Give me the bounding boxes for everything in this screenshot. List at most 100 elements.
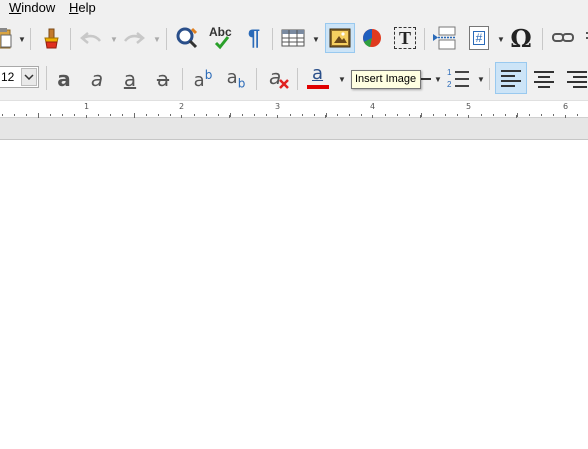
insert-page-break-button[interactable]: [432, 25, 458, 51]
paste-dropdown-arrow[interactable]: ▼: [18, 35, 26, 44]
ruler-tick: [433, 114, 434, 116]
ruler-tick: [230, 113, 231, 117]
superscript-button[interactable]: ab: [190, 66, 216, 92]
insert-textbox-button[interactable]: T: [392, 25, 418, 51]
menu-window[interactable]: Window: [9, 0, 55, 15]
ruler-tick: [122, 114, 123, 116]
align-center-icon: [534, 71, 554, 88]
bold-button[interactable]: a: [51, 66, 77, 92]
field-icon-glyph: #: [472, 31, 486, 45]
ruler-tick: [158, 114, 159, 116]
separator: [46, 66, 47, 90]
footnote-icon: [586, 32, 588, 39]
insert-field-button[interactable]: #: [466, 25, 492, 51]
find-replace-button[interactable]: [174, 25, 200, 51]
document-page[interactable]: [0, 141, 588, 449]
ruler-tick: [98, 114, 99, 116]
ruler-tick: [62, 114, 63, 116]
separator: [182, 68, 183, 90]
font-size-value[interactable]: 12: [1, 70, 14, 84]
ruler-tick: [302, 114, 303, 116]
ruler-tick: [493, 114, 494, 116]
pie-chart-icon: [363, 29, 381, 47]
separator: [256, 68, 257, 90]
spelling-button[interactable]: Abc: [208, 25, 234, 51]
ruler-tick: [385, 114, 386, 116]
red-x-icon: [279, 79, 289, 89]
ruler-tick: [314, 114, 315, 116]
font-color-swatch: [307, 85, 329, 89]
ruler-tick: [74, 114, 75, 116]
writer-window: Window Help ▼ ▼ ▼ Abc ¶ ▼ T # ▼ Ω 12 a a…: [0, 0, 588, 449]
undo-dropdown-arrow[interactable]: ▼: [110, 35, 118, 44]
insert-hyperlink-button[interactable]: [550, 25, 576, 51]
insert-image-tooltip: Insert Image: [351, 70, 421, 89]
ruler-number: 5: [466, 102, 472, 111]
ruler-tick: [326, 113, 327, 117]
insert-image-button[interactable]: [325, 23, 355, 53]
separator: [542, 28, 543, 50]
ruler-number: 4: [370, 102, 376, 111]
undo-button[interactable]: [78, 25, 104, 51]
align-left-button[interactable]: [495, 62, 527, 94]
font-color-icon: a: [306, 63, 330, 91]
font-size-dropdown-button[interactable]: [21, 68, 37, 86]
align-right-icon: [567, 71, 587, 88]
align-center-button[interactable]: [531, 66, 557, 92]
separator: [70, 28, 71, 50]
find-replace-icon: [176, 27, 198, 49]
insert-footnote-button[interactable]: [578, 25, 588, 51]
ruler-tick: [409, 114, 410, 116]
ruler-tick: [194, 114, 195, 116]
ruler-tick: [26, 114, 27, 116]
field-dropdown-arrow[interactable]: ▼: [497, 35, 505, 44]
strikethrough-button[interactable]: a: [150, 66, 176, 92]
redo-dropdown-arrow[interactable]: ▼: [153, 35, 161, 44]
separator: [424, 28, 425, 50]
insert-chart-button[interactable]: [359, 25, 385, 51]
field-icon: #: [469, 26, 489, 50]
ruler-tick: [421, 113, 422, 117]
chevron-down-icon: [24, 74, 34, 80]
highlight-dropdown-arrow[interactable]: ▼: [434, 75, 442, 84]
ruler-number: 2: [179, 102, 185, 111]
ruler-tick: [445, 114, 446, 116]
ruler-tick: [2, 114, 3, 116]
menu-help[interactable]: Help: [69, 0, 96, 15]
ruler-tick: [337, 114, 338, 116]
paintbrush-icon: [44, 28, 59, 49]
ruler-tick: [266, 114, 267, 116]
formatting-marks-button[interactable]: ¶: [241, 25, 267, 51]
numbered-list-dropdown-arrow[interactable]: ▼: [477, 75, 485, 84]
numbered-list-button[interactable]: 1 2: [445, 66, 471, 92]
subscript-button[interactable]: ab: [223, 66, 249, 92]
font-size-combobox[interactable]: 12: [0, 66, 39, 88]
font-color-dropdown-arrow[interactable]: ▼: [338, 75, 346, 84]
ruler-tick: [517, 113, 518, 117]
ruler-tick: [397, 114, 398, 116]
font-color-button[interactable]: a: [305, 63, 331, 92]
insert-special-character-button[interactable]: Ω: [508, 24, 534, 53]
ruler-tick: [361, 114, 362, 116]
superscript-icon-exp: b: [204, 67, 213, 82]
clone-formatting-button[interactable]: [38, 25, 64, 51]
ruler-tick: [14, 114, 15, 116]
table-dropdown-arrow[interactable]: ▼: [312, 35, 320, 44]
ruler-tick: [290, 114, 291, 116]
paste-button[interactable]: [0, 25, 16, 51]
menu-bar: Window Help: [0, 0, 588, 16]
redo-button[interactable]: [121, 25, 147, 51]
font-color-icon-glyph: a: [312, 63, 324, 84]
insert-table-button[interactable]: [280, 25, 306, 51]
horizontal-ruler[interactable]: 1 2 3 4 5 6: [0, 100, 588, 119]
italic-button[interactable]: a: [84, 66, 110, 92]
separator: [272, 28, 273, 50]
bold-icon: a: [57, 67, 71, 91]
ruler-tick: [146, 114, 147, 116]
underline-icon: a: [123, 67, 137, 91]
align-right-button[interactable]: [566, 66, 588, 92]
align-left-icon: [501, 70, 521, 87]
underline-button[interactable]: a: [117, 66, 143, 92]
ruler-tick: [218, 114, 219, 116]
clear-formatting-button[interactable]: a: [265, 65, 291, 92]
